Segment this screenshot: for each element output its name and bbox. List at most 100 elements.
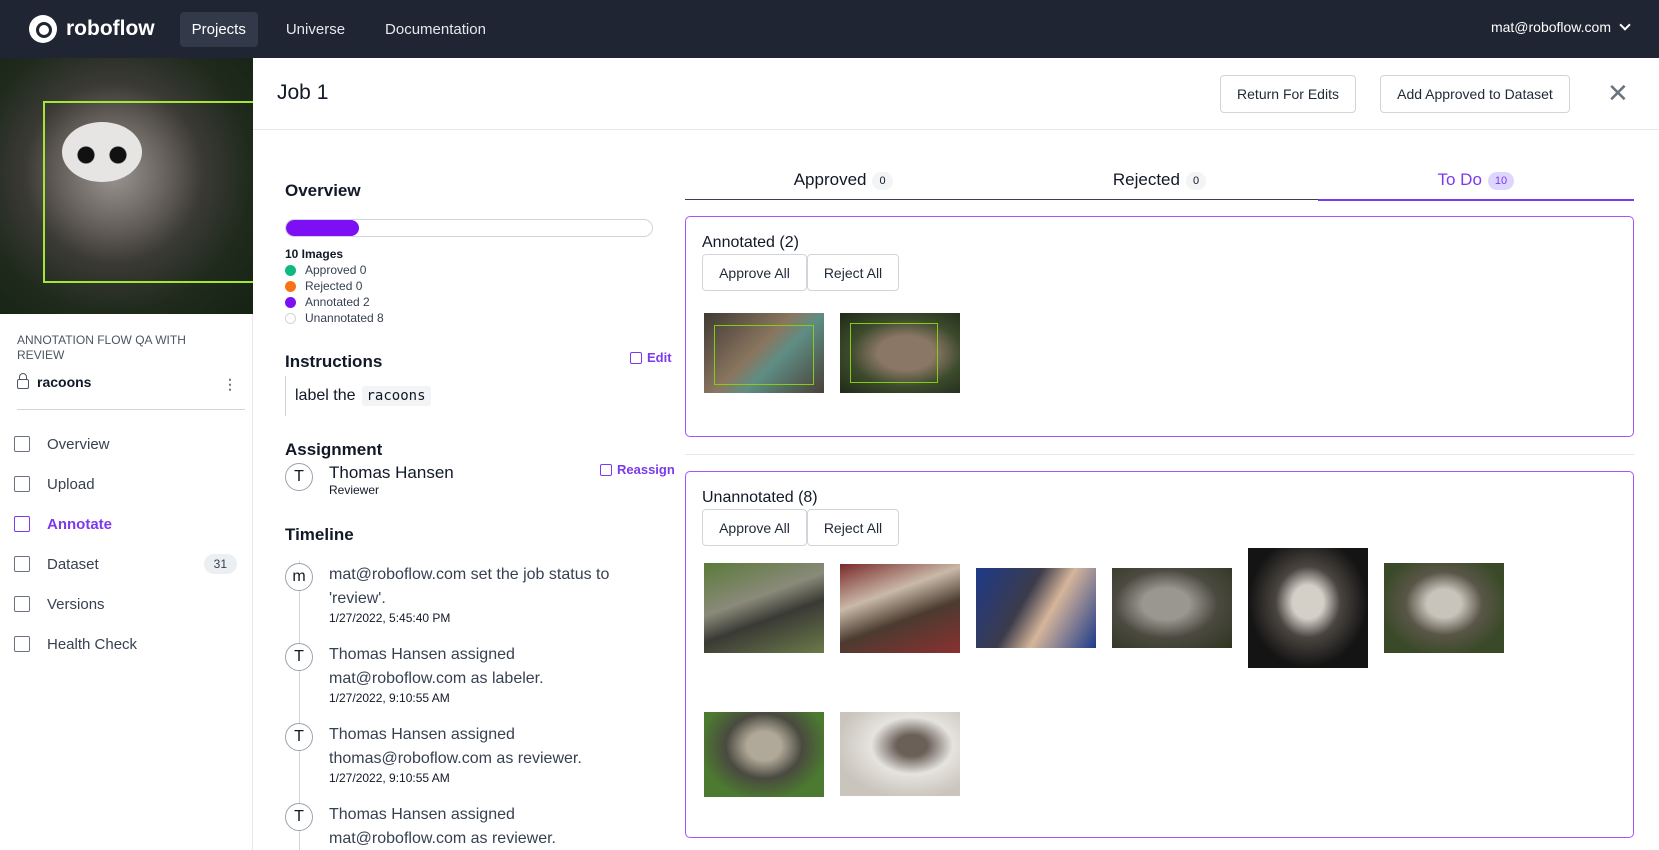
project-group-name: ANNOTATION FLOW QA WITH REVIEW: [17, 333, 186, 362]
annotated-title: Annotated (2): [702, 234, 799, 251]
bounding-box: [43, 101, 253, 283]
event-text: Thomas Hansen assigned mat@roboflow.com …: [329, 646, 544, 687]
unannotated-image-5[interactable]: [1248, 548, 1368, 668]
progress-fill: [286, 220, 360, 236]
event-text: Thomas Hansen assigned thomas@roboflow.c…: [329, 726, 582, 767]
reject-all-button[interactable]: Reject All: [807, 254, 899, 291]
tab-label: To Do: [1437, 170, 1482, 189]
stat-unannotated: Unannotated 8: [285, 310, 384, 326]
event-text: Thomas Hansen assigned mat@roboflow.com …: [329, 806, 556, 847]
bounding-box: [714, 325, 814, 385]
event-time: 1/27/2022, 9:10:55 AM: [329, 771, 450, 785]
sidebar-item-overview[interactable]: Overview: [0, 424, 253, 464]
tab-count: 0: [1185, 171, 1207, 190]
unannotated-image-6[interactable]: [1384, 563, 1504, 653]
user-menu[interactable]: mat@roboflow.com: [1491, 19, 1631, 35]
edit-instructions-link[interactable]: Edit: [630, 350, 672, 365]
sidebar-item-label: Overview: [47, 435, 110, 453]
instructions-title: Instructions: [285, 352, 383, 371]
assignee: T Thomas Hansen Reviewer: [285, 463, 454, 497]
dataset-count-badge: 31: [203, 554, 237, 574]
sidebar-nav: Overview Upload Annotate Dataset 31 Vers…: [0, 424, 253, 664]
bounding-box: [850, 323, 938, 383]
unannotated-dot: [285, 312, 296, 324]
stat-label: Unannotated 8: [305, 311, 384, 325]
stat-annotated: Annotated 2: [285, 294, 384, 310]
timeline-title: Timeline: [285, 525, 354, 544]
progress-bar: [285, 219, 653, 237]
unannotated-image-7[interactable]: [704, 712, 824, 797]
sidebar-item-health-check[interactable]: Health Check: [0, 624, 253, 664]
assignee-role: Reviewer: [329, 483, 380, 497]
project-name-row[interactable]: racoons ⋮: [17, 373, 237, 393]
reassign-link[interactable]: Reassign: [600, 462, 675, 477]
tab-to-do[interactable]: To Do 10: [1317, 166, 1635, 201]
timeline-event: T Thomas Hansen assigned thomas@roboflow…: [285, 723, 649, 785]
overview-icon: [14, 436, 30, 452]
sidebar-item-annotate[interactable]: Annotate: [0, 504, 253, 544]
tab-count: 10: [1487, 171, 1515, 190]
edit-label: Edit: [647, 350, 672, 365]
roboflow-logo[interactable]: roboflow: [29, 15, 155, 43]
sidebar-item-versions[interactable]: Versions: [0, 584, 253, 624]
lock-icon: [17, 373, 29, 389]
top-nav: roboflow Projects Universe Documentation…: [0, 0, 1659, 58]
dataset-icon: [14, 556, 30, 572]
chevron-down-icon: [1619, 19, 1631, 31]
brand-name: roboflow: [66, 17, 155, 40]
avatar: T: [285, 463, 313, 491]
edit-icon: [600, 463, 612, 476]
sidebar-item-label: Versions: [47, 595, 105, 613]
event-time: 1/27/2022, 9:10:55 AM: [329, 691, 450, 705]
tab-rejected[interactable]: Rejected 0: [1001, 166, 1317, 199]
assignee-name: Thomas Hansen: [329, 463, 454, 482]
project-name: racoons: [37, 374, 92, 390]
add-approved-button[interactable]: Add Approved to Dataset: [1380, 75, 1570, 113]
sidebar-item-dataset[interactable]: Dataset 31: [0, 544, 253, 584]
stat-label: Annotated 2: [305, 295, 370, 309]
annotate-icon: [14, 516, 30, 532]
tab-approved[interactable]: Approved 0: [685, 166, 1001, 199]
nav-projects[interactable]: Projects: [179, 11, 258, 47]
review-tabs: Approved 0 Rejected 0 To Do 10: [685, 166, 1635, 201]
sidebar-item-label: Annotate: [47, 515, 112, 533]
divider: [17, 409, 245, 410]
tab-label: Approved: [793, 170, 867, 189]
health-check-icon: [14, 636, 30, 652]
approve-all-button[interactable]: Approve All: [702, 509, 807, 546]
return-for-edits-button[interactable]: Return For Edits: [1220, 75, 1356, 113]
reassign-label: Reassign: [617, 462, 675, 477]
approved-dot: [285, 264, 296, 276]
more-options-icon[interactable]: ⋮: [223, 376, 237, 393]
unannotated-image-1[interactable]: [704, 563, 824, 653]
unannotated-image-3[interactable]: [976, 568, 1096, 648]
stat-approved: Approved 0: [285, 262, 384, 278]
unannotated-image-8[interactable]: [840, 712, 960, 796]
unannotated-image-4[interactable]: [1112, 568, 1232, 648]
instructions-code: racoons: [361, 386, 431, 406]
page-title: Job 1: [277, 81, 329, 104]
event-time: 1/27/2022, 5:45:40 PM: [329, 611, 451, 625]
sidebar-item-label: Health Check: [47, 635, 138, 653]
annotated-image-2[interactable]: [840, 313, 960, 393]
annotated-dot: [285, 296, 296, 308]
sidebar-item-upload[interactable]: Upload: [0, 464, 253, 504]
upload-icon: [14, 476, 30, 492]
timeline-event: m mat@roboflow.com set the job status to…: [285, 563, 649, 625]
overview-title: Overview: [285, 181, 361, 200]
divider: [685, 454, 1634, 455]
approve-all-button[interactable]: Approve All: [702, 254, 807, 291]
nav-documentation[interactable]: Documentation: [373, 12, 498, 47]
annotated-image-1[interactable]: [704, 313, 824, 393]
images-count: 10 Images: [285, 247, 344, 261]
unannotated-image-2[interactable]: [840, 564, 960, 653]
timeline-event: T Thomas Hansen assigned mat@roboflow.co…: [285, 803, 649, 850]
nav-universe[interactable]: Universe: [274, 12, 357, 47]
close-icon[interactable]: ✕: [1607, 78, 1629, 109]
tab-label: Rejected: [1112, 170, 1180, 189]
reject-all-button[interactable]: Reject All: [807, 509, 899, 546]
roboflow-logo-icon: [29, 15, 57, 43]
sidebar-item-label: Upload: [47, 475, 95, 493]
avatar: T: [285, 643, 313, 671]
rejected-dot: [285, 280, 296, 292]
